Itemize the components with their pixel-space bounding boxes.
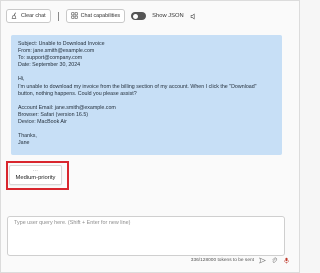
token-count: 336/128000 tokens to be sent xyxy=(190,258,254,263)
send-icon[interactable] xyxy=(259,257,266,264)
attach-icon[interactable] xyxy=(271,257,278,264)
message-line: Account Email: jane.smith@example.com xyxy=(18,104,116,111)
chat-capabilities-button[interactable]: Chat capabilities xyxy=(65,9,126,23)
broom-icon xyxy=(11,12,18,21)
message-line: Subject: Unable to Download Invoice xyxy=(18,41,105,47)
show-json-toggle[interactable] xyxy=(131,12,147,20)
chat-capabilities-label: Chat capabilities xyxy=(80,13,121,19)
message-line: Browser: Safari (version 16.5) xyxy=(18,111,89,118)
speaker-icon[interactable] xyxy=(190,12,197,20)
message-line: Date: September 30, 2024 xyxy=(18,62,81,69)
message-line: Jane xyxy=(18,140,30,147)
clear-chat-label: Clear chat xyxy=(21,13,46,19)
message-line: I'm unable to download my invoice from t… xyxy=(18,83,257,90)
message-line: Hi, xyxy=(18,76,25,83)
message-line: Thanks, xyxy=(18,133,37,140)
grid-icon xyxy=(70,11,78,21)
chat-toolbar: Clear chat Chat capabilities Show JSON xyxy=(6,9,197,23)
assistant-response[interactable]: ... Medium-priority xyxy=(9,165,62,185)
mic-icon[interactable] xyxy=(283,257,290,264)
toolbar-divider xyxy=(57,11,59,21)
more-options-icon[interactable]: ... xyxy=(10,167,61,173)
user-message: Subject: Unable to Download Invoice From… xyxy=(11,35,282,155)
query-input-box xyxy=(7,216,285,256)
message-line: To: support@company.com xyxy=(18,55,83,62)
message-line: From: jane.smith@example.com xyxy=(18,48,95,55)
clear-chat-button[interactable]: Clear chat xyxy=(6,9,51,23)
message-line: Device: MacBook Air xyxy=(18,119,67,126)
query-input[interactable] xyxy=(14,220,280,240)
input-footer: 336/128000 tokens to be sent xyxy=(191,256,290,265)
show-json-label: Show JSON xyxy=(152,13,184,19)
response-label: Medium-priority xyxy=(15,175,56,181)
message-line: button, nothing happens. Could you pleas… xyxy=(18,90,137,97)
